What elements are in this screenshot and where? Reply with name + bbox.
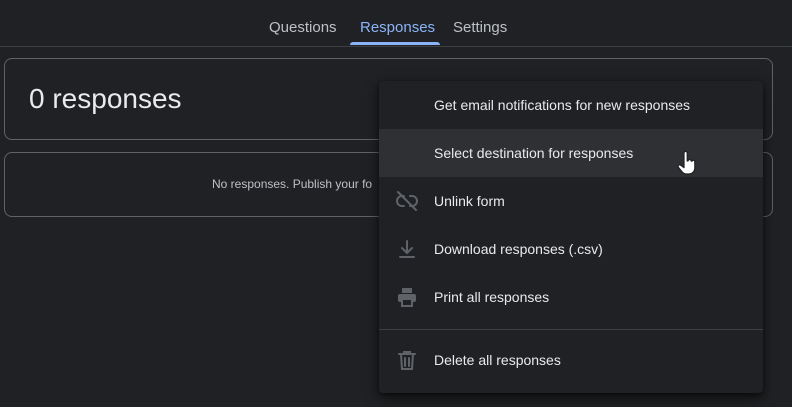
empty-responses-message: No responses. Publish your fo	[212, 177, 373, 191]
menu-item-select-destination[interactable]: Select destination for responses	[379, 129, 763, 177]
link-off-icon	[395, 189, 419, 213]
menu-divider	[379, 329, 763, 330]
menu-item-download-csv[interactable]: Download responses (.csv)	[379, 225, 763, 273]
tab-bar: Questions Responses Settings	[0, 0, 792, 47]
trash-icon	[395, 348, 419, 372]
tab-questions[interactable]: Questions	[269, 19, 337, 36]
download-icon	[395, 237, 419, 261]
menu-item-label: Download responses (.csv)	[434, 241, 603, 257]
menu-item-label: Get email notifications for new response…	[434, 97, 691, 113]
menu-item-unlink-form[interactable]: Unlink form	[379, 177, 763, 225]
menu-item-label: Unlink form	[434, 193, 505, 209]
print-icon	[395, 285, 419, 309]
tab-settings[interactable]: Settings	[453, 19, 507, 36]
menu-item-delete-all[interactable]: Delete all responses	[379, 336, 763, 384]
responses-count-title: 0 responses	[29, 83, 182, 114]
menu-item-email-notifications[interactable]: Get email notifications for new response…	[379, 81, 763, 129]
responses-options-menu: Get email notifications for new response…	[379, 81, 763, 393]
tab-responses[interactable]: Responses	[360, 19, 435, 36]
menu-item-label: Select destination for responses	[434, 145, 634, 161]
menu-item-print-all[interactable]: Print all responses	[379, 273, 763, 321]
menu-item-label: Print all responses	[434, 289, 550, 305]
menu-item-label: Delete all responses	[434, 352, 561, 368]
hand-pointer-icon	[675, 150, 699, 176]
active-tab-indicator	[350, 42, 440, 45]
